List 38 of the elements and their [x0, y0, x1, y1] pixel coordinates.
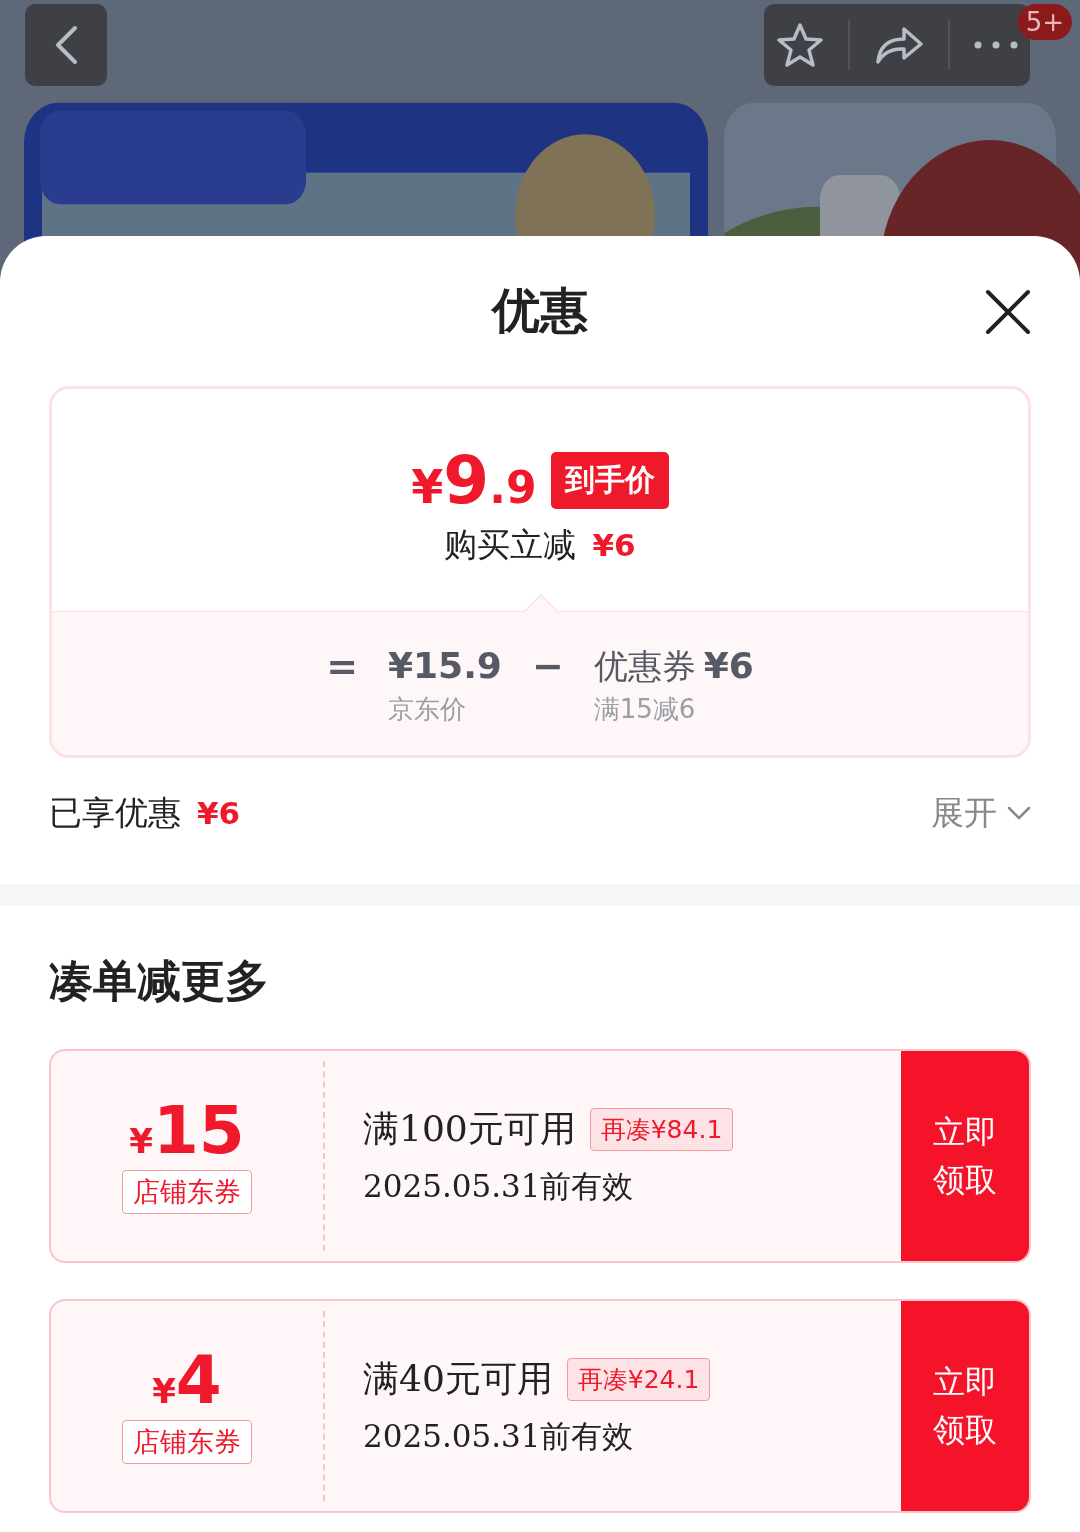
coupon-condition: 满100元可用	[363, 1106, 576, 1151]
more-button[interactable]	[974, 41, 1018, 49]
star-icon	[776, 22, 824, 68]
coupon-condition: 满40元可用	[363, 1356, 553, 1401]
sheet-title: 优惠	[492, 281, 588, 340]
coupon-validity: 2025.05.31前有效	[363, 1416, 635, 1456]
section-title: 凑单减更多	[49, 954, 270, 1008]
share-icon	[874, 25, 924, 65]
coupon-type: 店铺东券	[122, 1170, 252, 1214]
close-icon	[985, 289, 1031, 335]
back-button[interactable]	[25, 4, 107, 86]
remaining-amount-tag: 再凑¥24.1	[566, 1357, 711, 1401]
share-button[interactable]	[874, 25, 924, 65]
term-value: ¥15.9	[388, 644, 502, 688]
coupon-validity: 2025.05.31前有效	[363, 1166, 635, 1206]
term-caption: 满15减6	[593, 693, 697, 726]
term-label: 优惠券	[593, 645, 696, 688]
saving-label: 购买立减	[444, 524, 577, 566]
saving-amount: ¥6	[592, 527, 636, 563]
coupon-amount: ¥4	[152, 1348, 222, 1414]
coupon-amount: ¥15	[129, 1098, 245, 1164]
term-caption: 京东价	[388, 693, 467, 726]
remaining-amount-tag: 再凑¥84.1	[589, 1107, 734, 1151]
claim-button[interactable]: 立即 领取	[901, 1051, 1029, 1261]
final-price: ¥9.9	[411, 442, 537, 519]
discount-amount: ¥6	[197, 794, 241, 831]
discount-label: 已享优惠	[49, 791, 181, 834]
term-value: ¥6	[703, 644, 754, 688]
price-tag: 到手价	[550, 452, 669, 509]
more-icon	[974, 41, 1018, 49]
chevron-icon	[1007, 806, 1031, 820]
favorite-button[interactable]	[776, 22, 824, 68]
claim-button[interactable]: 立即 领取	[901, 1301, 1029, 1511]
operator-sign: −	[531, 643, 564, 690]
expand-toggle[interactable]: 展开	[931, 790, 1031, 836]
operator-sign: =	[326, 643, 358, 690]
coupon-type: 店铺东券	[122, 1420, 252, 1464]
back-icon	[53, 25, 79, 65]
